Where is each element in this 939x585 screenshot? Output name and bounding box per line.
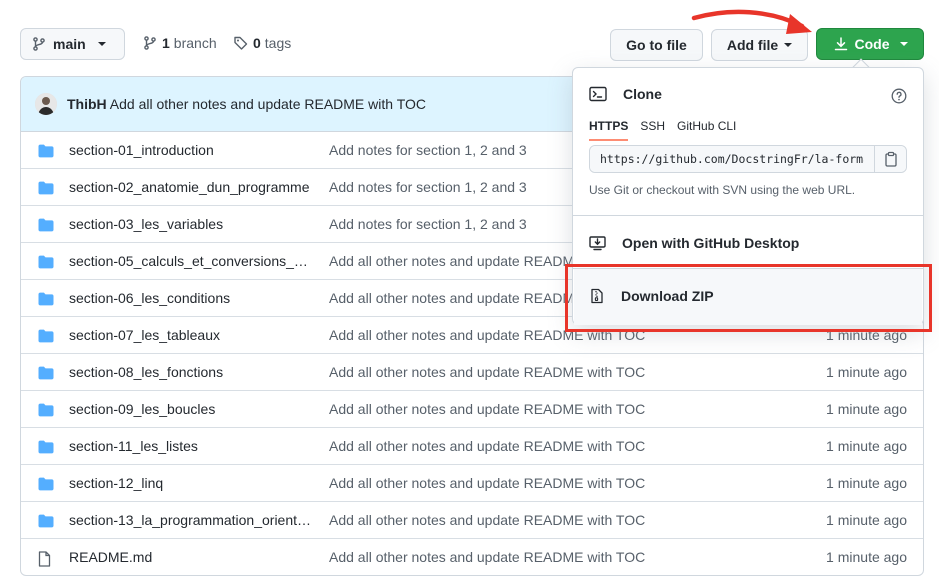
file-icon: [38, 551, 51, 567]
file-name-link[interactable]: section-05_calculs_et_conversions_de_typ…: [69, 253, 314, 269]
question-icon[interactable]: [891, 88, 907, 104]
folder-icon: [38, 292, 54, 306]
folder-icon: [38, 440, 54, 454]
file-row[interactable]: section-09_les_boucles Add all other note…: [21, 391, 923, 428]
commit-time: 1 minute ago: [826, 364, 907, 380]
file-name-link[interactable]: section-12_linq: [69, 475, 314, 491]
file-name-link[interactable]: section-09_les_boucles: [69, 401, 314, 417]
folder-icon: [38, 218, 54, 232]
folder-icon: [38, 403, 54, 417]
highlight-annotation-box: [565, 264, 932, 332]
branches-label: branch: [173, 35, 217, 51]
code-label: Code: [854, 36, 890, 52]
folder-icon: [38, 181, 54, 195]
divider: [573, 215, 923, 216]
commit-message-link[interactable]: Add all other notes and update README wi…: [329, 401, 769, 417]
code-button[interactable]: Code: [816, 28, 924, 60]
file-name-link[interactable]: section-07_les_tableaux: [69, 327, 314, 343]
desktop-download-icon: [589, 235, 606, 251]
file-row[interactable]: section-11_les_listes Add all other notes…: [21, 428, 923, 465]
folder-icon: [38, 514, 54, 528]
commit-author[interactable]: ThibH: [67, 96, 107, 112]
tag-icon: [233, 35, 249, 51]
clipboard-icon: [884, 151, 898, 167]
tags-count: 0: [253, 35, 261, 51]
commit-message[interactable]: Add all other notes and update README wi…: [110, 96, 426, 112]
commit-time: 1 minute ago: [826, 401, 907, 417]
chevron-down-icon: [97, 42, 106, 46]
commit-time: 1 minute ago: [826, 512, 907, 528]
file-name-link[interactable]: README.md: [69, 549, 314, 565]
terminal-icon: [589, 86, 607, 102]
file-name-link[interactable]: section-11_les_listes: [69, 438, 314, 454]
go-to-file-label: Go to file: [626, 37, 687, 53]
commit-time: 1 minute ago: [826, 438, 907, 454]
clone-help-text: Use Git or checkout with SVN using the w…: [589, 183, 856, 197]
file-row[interactable]: section-13_la_programmation_orientee_obj…: [21, 502, 923, 539]
file-name-link[interactable]: section-06_les_conditions: [69, 290, 314, 306]
clone-header: Clone: [589, 86, 662, 102]
file-row[interactable]: section-08_les_fonctions Add all other no…: [21, 354, 923, 391]
folder-icon: [38, 366, 54, 380]
download-icon: [833, 36, 849, 52]
commit-time: 1 minute ago: [826, 549, 907, 565]
commit-summary: ThibH Add all other notes and update REA…: [67, 96, 426, 112]
folder-icon: [38, 255, 54, 269]
clone-protocol-tabs: HTTPS SSH GitHub CLI: [589, 119, 736, 141]
commit-message-link[interactable]: Add all other notes and update README wi…: [329, 364, 769, 380]
file-row[interactable]: README.md Add all other notes and update …: [21, 539, 923, 575]
file-name-link[interactable]: section-13_la_programmation_orientee_obj…: [69, 512, 314, 528]
tags-label: tags: [264, 35, 292, 51]
clone-url-group: [589, 145, 907, 173]
branch-selector-button[interactable]: main: [20, 28, 125, 60]
commit-message-link[interactable]: Add all other notes and update README wi…: [329, 512, 769, 528]
git-branch-icon: [142, 35, 158, 51]
clone-url-input[interactable]: [590, 146, 874, 172]
branch-name: main: [53, 36, 86, 52]
avatar[interactable]: [35, 93, 57, 115]
tab-ssh[interactable]: SSH: [640, 119, 665, 141]
chevron-down-icon: [899, 42, 908, 46]
commit-message-link[interactable]: Add all other notes and update README wi…: [329, 438, 769, 454]
branches-count: 1: [162, 35, 170, 51]
tags-link[interactable]: 0 tags: [233, 35, 291, 51]
annotation-arrow-icon: [690, 6, 820, 40]
commit-message-link[interactable]: Add all other notes and update README wi…: [329, 475, 769, 491]
file-name-link[interactable]: section-08_les_fonctions: [69, 364, 314, 380]
folder-icon: [38, 329, 54, 343]
file-name-link[interactable]: section-02_anatomie_dun_programme: [69, 179, 314, 195]
copy-url-button[interactable]: [874, 146, 906, 172]
folder-icon: [38, 144, 54, 158]
git-branch-icon: [31, 36, 47, 52]
branches-link[interactable]: 1 branch: [142, 35, 217, 51]
open-with-desktop-item[interactable]: Open with GitHub Desktop: [589, 235, 799, 251]
file-name-link[interactable]: section-03_les_variables: [69, 216, 314, 232]
file-row[interactable]: section-12_linq Add all other notes and u…: [21, 465, 923, 502]
chevron-down-icon: [784, 43, 793, 47]
commit-message-link[interactable]: Add all other notes and update README wi…: [329, 549, 769, 565]
commit-time: 1 minute ago: [826, 475, 907, 491]
file-name-link[interactable]: section-01_introduction: [69, 142, 314, 158]
clone-title: Clone: [623, 86, 662, 102]
open-with-desktop-label: Open with GitHub Desktop: [622, 235, 800, 251]
folder-icon: [38, 477, 54, 491]
tab-https[interactable]: HTTPS: [589, 119, 629, 141]
tab-github-cli[interactable]: GitHub CLI: [677, 119, 736, 141]
